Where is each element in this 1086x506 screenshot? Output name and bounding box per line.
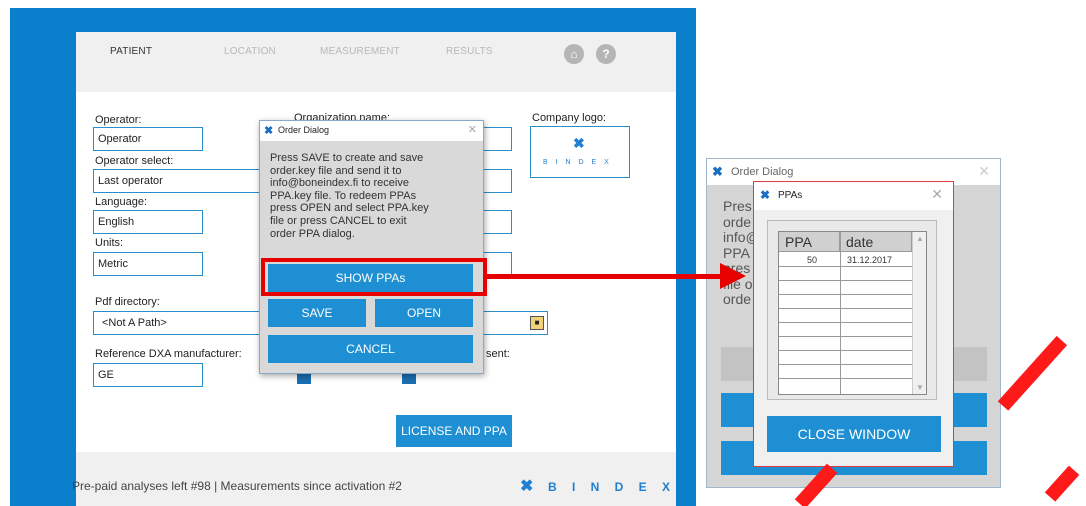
footer-status: Pre-paid analyses left #98 | Measurement… [72, 479, 402, 493]
language-input[interactable]: English [93, 210, 203, 234]
tab-patient[interactable]: PATIENT [110, 46, 152, 57]
units-label: Units: [95, 237, 124, 249]
logo-text: B I N D E X [543, 159, 612, 166]
field-edge-2[interactable] [482, 169, 512, 193]
pdf-directory-label: Pdf directory: [95, 296, 160, 308]
message-line: press OPEN and select PPA.key [270, 202, 429, 215]
row-divider [779, 378, 912, 379]
reference-dxa-label: Reference DXA manufacturer: [95, 348, 242, 360]
reference-dxa-input[interactable]: GE [93, 363, 203, 387]
home-icon[interactable]: ⌂ [564, 44, 584, 64]
license-and-ppa-button[interactable]: LICENSE AND PPA [396, 415, 512, 447]
message-line: file or press CANCEL to exit [270, 214, 407, 227]
bindex-app-icon: ✖ [712, 164, 723, 179]
row-divider [779, 364, 912, 365]
language-label: Language: [95, 196, 147, 208]
operator-select[interactable]: Last operator [93, 169, 263, 193]
ppa-table-frame: PPA date 50 31.12.2017 ▲ ▼ [767, 220, 937, 400]
bindex-app-icon: ✖ [264, 125, 274, 137]
folder-icon[interactable]: ■ [530, 316, 544, 330]
annotation-arrow-shaft [487, 274, 722, 279]
consent-label: sent: [486, 348, 510, 360]
tab-results[interactable]: RESULTS [446, 46, 493, 57]
table-cell-date: 31.12.2017 [847, 255, 893, 265]
decorative-slash [1044, 465, 1080, 502]
ppa-table: PPA date 50 31.12.2017 ▲ ▼ [778, 231, 927, 395]
bindex-logo-icon: ✖ [573, 135, 585, 151]
table-cell-ppa: 50 [807, 255, 818, 265]
cancel-button[interactable]: CANCEL [268, 335, 473, 363]
organization-input-edge[interactable] [482, 127, 512, 151]
tab-location[interactable]: LOCATION [224, 46, 276, 57]
row-divider [779, 266, 912, 267]
table-scrollbar[interactable]: ▲ ▼ [912, 232, 926, 394]
tab-measurement[interactable]: MEASUREMENT [320, 46, 400, 57]
message-line: Press SAVE to create and save [270, 152, 424, 164]
order-dialog-message: Press SAVE to create and save order.key … [270, 152, 460, 240]
message-line: info@boneindex.fi to receive [270, 177, 409, 190]
order-dialog-title: Order Dialog [278, 125, 330, 135]
close-window-button[interactable]: CLOSE WINDOW [767, 416, 941, 452]
company-logo-label: Company logo: [532, 112, 606, 124]
footer-brand: B I N D E X [548, 480, 677, 494]
close-icon[interactable]: ✕ [978, 163, 990, 180]
row-divider [779, 280, 912, 281]
close-icon[interactable]: ✕ [468, 123, 477, 136]
operator-input[interactable]: Operator [93, 127, 203, 151]
column-header-date[interactable]: date [840, 232, 912, 252]
annotation-arrow-head [720, 263, 746, 289]
highlight-box [261, 258, 487, 296]
row-divider [779, 336, 912, 337]
help-icon[interactable]: ? [596, 44, 616, 64]
open-button[interactable]: OPEN [375, 299, 473, 327]
scroll-up-icon[interactable]: ▲ [916, 234, 924, 243]
pdf-directory-input[interactable]: <Not A Path> [93, 311, 263, 335]
column-header-ppa[interactable]: PPA [779, 232, 840, 252]
row-divider [779, 322, 912, 323]
column-divider [840, 232, 841, 394]
ppas-title: PPAs [778, 190, 803, 201]
row-divider [779, 308, 912, 309]
operator-label: Operator: [95, 114, 142, 126]
units-input[interactable]: Metric [93, 252, 203, 276]
bindex-app-icon: ✖ [760, 188, 771, 202]
scroll-down-icon[interactable]: ▼ [916, 383, 924, 392]
ppas-window: ✖ PPAs ✕ PPA date 50 31.12.2017 ▲ ▼ CLOS [753, 181, 954, 467]
footer-logo-icon: ✖ [520, 478, 534, 495]
field-edge-3[interactable] [482, 210, 512, 234]
decorative-slash [997, 335, 1068, 411]
message-line: PPA.key file. To redeem PPAs [270, 189, 417, 202]
save-button[interactable]: SAVE [268, 299, 366, 327]
order-dialog-zoomed-title: Order Dialog [731, 166, 794, 178]
ppas-titlebar: ✖ PPAs ✕ [754, 182, 953, 210]
message-line: order.key file and send it to [270, 164, 402, 177]
close-icon[interactable]: ✕ [931, 186, 943, 203]
top-nav: PATIENT LOCATION MEASUREMENT RESULTS ⌂ ? [76, 32, 676, 76]
operator-select-label: Operator select: [95, 155, 174, 167]
company-logo[interactable]: ✖ B I N D E X [530, 126, 630, 178]
row-divider [779, 350, 912, 351]
order-dialog-titlebar: ✖ Order Dialog ✕ [260, 121, 483, 141]
row-divider [779, 294, 912, 295]
message-line: order PPA dialog. [270, 227, 355, 240]
